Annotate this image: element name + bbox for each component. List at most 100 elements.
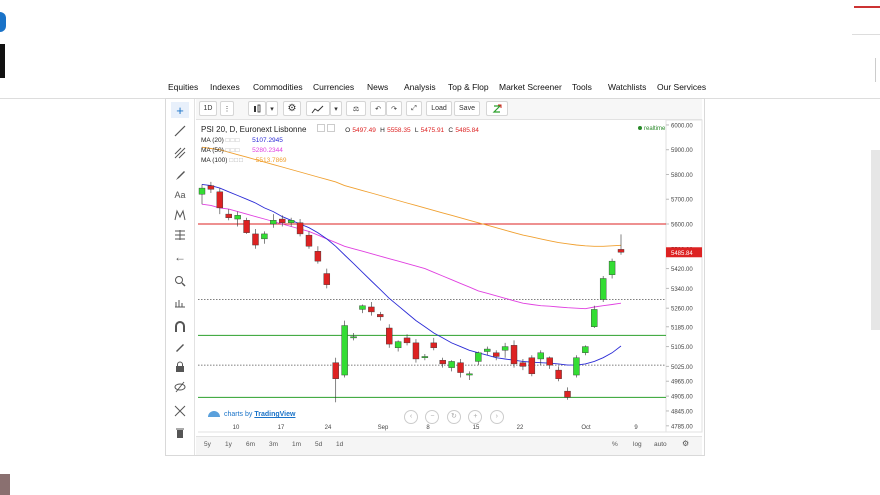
candle-body: [582, 346, 589, 353]
range-3m[interactable]: 3m: [269, 441, 278, 448]
price-tick-label: 6000.00: [671, 123, 693, 129]
close-label: C: [448, 127, 454, 134]
candle-body: [430, 342, 437, 349]
range-1y[interactable]: 1y: [225, 441, 232, 448]
candle-body: [207, 185, 215, 190]
candle-body: [475, 352, 482, 362]
candle-body: [314, 251, 322, 262]
candle-body: [234, 215, 241, 220]
candle-body: [484, 348, 491, 352]
time-tick-label: 15: [473, 425, 480, 431]
candle-body: [296, 222, 304, 235]
candle-body: [412, 342, 420, 360]
nav-indexes[interactable]: Indexes: [210, 82, 240, 92]
range-5d[interactable]: 5d: [315, 441, 322, 448]
decorative-line: [875, 58, 876, 82]
range-6m[interactable]: 6m: [246, 441, 255, 448]
nav-market-screener[interactable]: Market Screener: [499, 82, 562, 92]
range-1d[interactable]: 1d: [336, 441, 343, 448]
nav-commodities[interactable]: Commodities: [253, 82, 303, 92]
candle-body: [394, 341, 402, 349]
nav-analysis[interactable]: Analysis: [404, 82, 436, 92]
ma50-row: MA (50) □□□ 5280.2344: [201, 147, 283, 154]
price-tick-label: 5800.00: [671, 173, 693, 179]
symbol-title: PSI 20, D, Euronext Lisbonne: [201, 125, 307, 134]
nav-top-flop[interactable]: Top & Flop: [448, 82, 489, 92]
candle-body: [279, 218, 286, 223]
decorative-line: [854, 6, 880, 8]
candle-body: [519, 362, 527, 367]
candle-body: [617, 249, 625, 253]
legend-box[interactable]: [316, 124, 325, 132]
price-tick-label: 5700.00: [671, 198, 693, 204]
candle-body: [457, 362, 464, 373]
candle-body: [555, 369, 562, 379]
ma100-row: MA (100) □□□ 5513.7869: [201, 157, 287, 164]
percent-toggle[interactable]: %: [612, 441, 618, 448]
nav-watchlists[interactable]: Watchlists: [608, 82, 646, 92]
time-tick-label: 22: [517, 425, 524, 431]
main-nav: Equities Indexes Commodities Currencies …: [0, 80, 880, 99]
nav-currencies[interactable]: Currencies: [313, 82, 354, 92]
price-tick-label: 5105.00: [671, 345, 693, 351]
candle-body: [305, 234, 313, 247]
candle-body: [386, 327, 393, 345]
candle-body: [564, 390, 571, 398]
candle-body: [421, 356, 429, 358]
candle-body: [216, 191, 224, 209]
ma50-value: 5280.2344: [252, 147, 283, 154]
tradingview-branding[interactable]: charts by TradingView: [208, 411, 295, 418]
site-header: [0, 0, 880, 82]
ma-legend: MA (20) □□□ 5107.2945 MA (50) □□□ 5280.2…: [201, 136, 287, 166]
time-tick-label: 8: [426, 425, 430, 431]
price-tick-label: 5025.00: [671, 365, 693, 371]
price-tick-label: 5340.00: [671, 287, 693, 293]
candle-body: [537, 352, 544, 360]
range-bar: 5y 1y 6m 3m 1m 5d 1d % log auto ⚙: [196, 436, 702, 455]
candle-body: [350, 336, 357, 339]
price-tick-label: 4785.00: [671, 424, 693, 430]
nav-our-services[interactable]: Our Services: [657, 82, 706, 92]
ma20-line: [201, 183, 622, 366]
ma20-label: MA (20): [201, 137, 224, 144]
legend-box[interactable]: [326, 124, 335, 132]
price-tick-label: 5900.00: [671, 148, 693, 154]
realtime-dot-icon: [638, 126, 642, 130]
range-1m[interactable]: 1m: [292, 441, 301, 448]
log-toggle[interactable]: log: [633, 441, 642, 448]
candle-body: [252, 233, 259, 246]
candle-body: [332, 362, 339, 379]
ma100-label: MA (100): [201, 157, 228, 164]
site-logo-icon[interactable]: [0, 12, 6, 32]
price-tick-label: 4965.00: [671, 380, 693, 386]
branding-name: TradingView: [254, 411, 296, 418]
nav-tools[interactable]: Tools: [572, 82, 592, 92]
time-tick-label: Oct: [581, 425, 591, 431]
realtime-badge: realtime: [638, 126, 665, 132]
gear-icon[interactable]: ⚙: [682, 439, 689, 448]
page-edge-block: [0, 44, 5, 78]
candle-body: [341, 325, 348, 376]
candle-body: [439, 359, 446, 365]
candle-body: [368, 306, 375, 313]
range-5y[interactable]: 5y: [204, 441, 211, 448]
candle-body: [261, 233, 268, 240]
price-tick-label: 5600.00: [671, 223, 693, 229]
nav-equities[interactable]: Equities: [168, 82, 198, 92]
time-tick-label: 17: [278, 425, 285, 431]
ma50-line: [201, 203, 622, 310]
scroll-right-icon[interactable]: ›: [489, 410, 504, 424]
auto-toggle[interactable]: auto: [654, 441, 667, 448]
candle-body: [198, 187, 206, 195]
reset-icon[interactable]: ↻: [446, 410, 461, 424]
high-label: H: [380, 127, 385, 134]
scroll-left-icon[interactable]: ‹: [404, 410, 418, 424]
chart-legend: PSI 20, D, Euronext Lisbonne O 5497.49 H…: [201, 124, 479, 134]
nav-news[interactable]: News: [367, 82, 388, 92]
page-scrollbar[interactable]: [871, 150, 880, 330]
candle-body: [466, 373, 473, 376]
ma20-row: MA (20) □□□ 5107.2945: [201, 137, 283, 144]
candle-body: [591, 309, 598, 327]
ma50-label: MA (50): [201, 147, 224, 154]
branding-prefix: charts by: [224, 411, 255, 418]
